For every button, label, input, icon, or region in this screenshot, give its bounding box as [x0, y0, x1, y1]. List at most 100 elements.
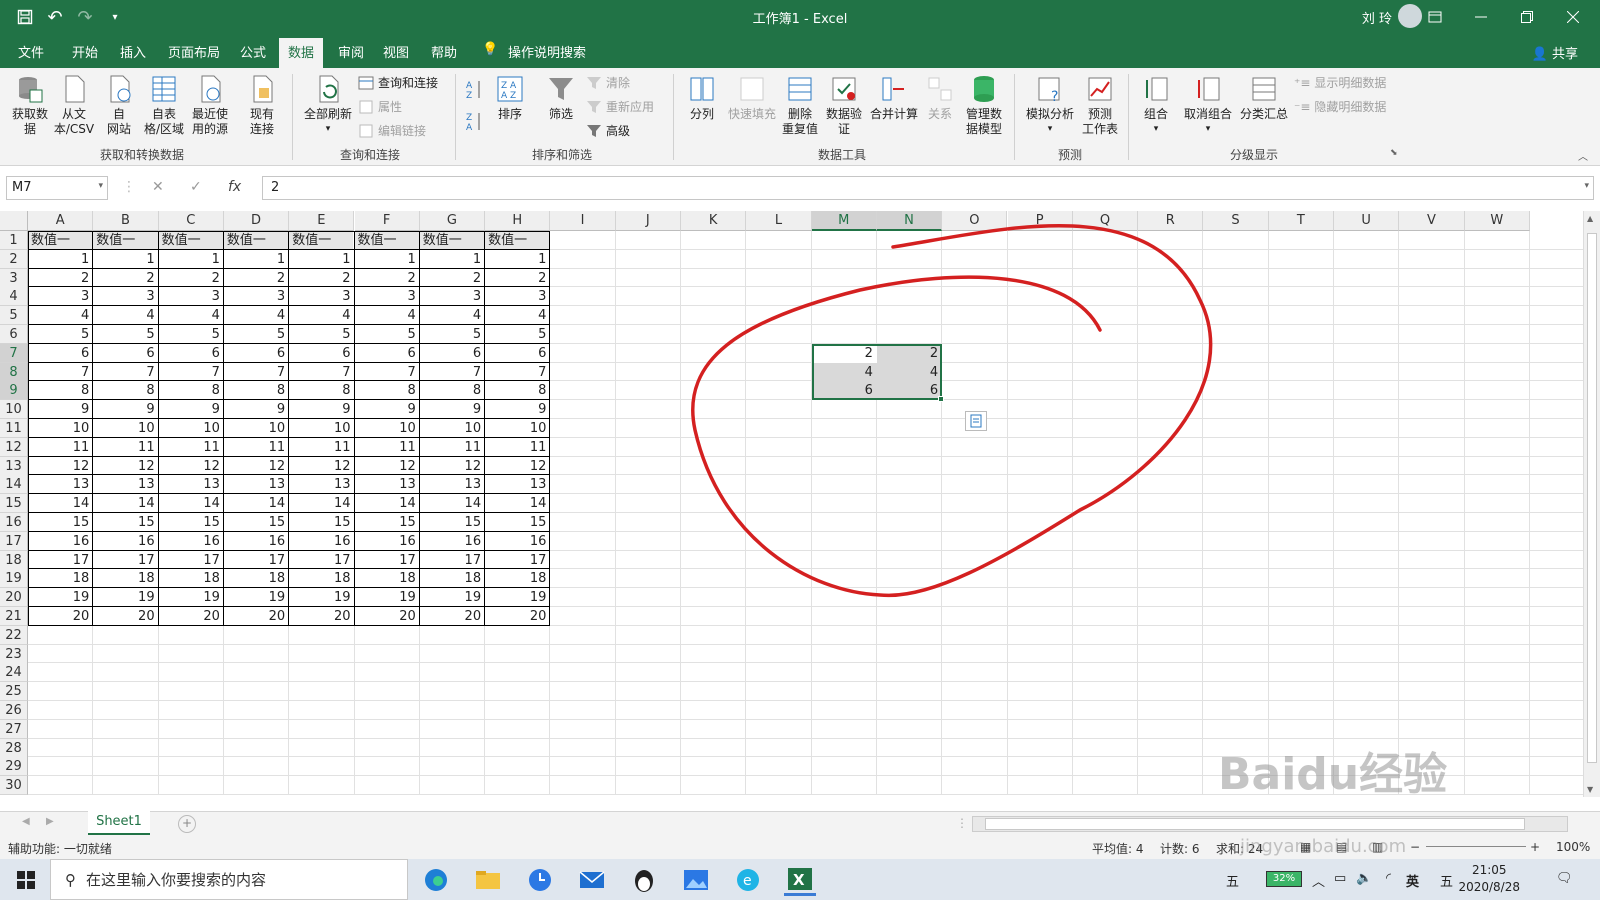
selected-cell[interactable]: 2 — [877, 344, 941, 363]
filter-button[interactable]: 筛选 — [543, 74, 579, 122]
tab-home[interactable]: 开始 — [72, 42, 98, 61]
column-header-l[interactable]: L — [746, 211, 812, 231]
flash-fill-button[interactable]: 快速填充 — [724, 74, 780, 122]
reapply-button[interactable]: 重新应用 — [586, 98, 654, 115]
row-header-9[interactable]: 9 — [0, 381, 28, 401]
scroll-up-icon[interactable]: ▲ — [1587, 214, 1593, 223]
from-web-button[interactable]: 自 网站 — [101, 74, 137, 137]
restore-icon[interactable] — [1504, 0, 1550, 34]
row-header-16[interactable]: 16 — [0, 513, 28, 532]
column-header-s[interactable]: S — [1203, 211, 1269, 231]
column-header-n[interactable]: N — [876, 211, 943, 231]
volume-icon[interactable]: 🔈 — [1356, 871, 1372, 886]
ungroup-button[interactable]: 取消组合 ▾ — [1180, 74, 1236, 137]
scroll-down-icon[interactable]: ▼ — [1587, 785, 1593, 794]
selected-cell[interactable]: 4 — [812, 363, 876, 382]
row-header-10[interactable]: 10 — [0, 400, 28, 420]
column-header-i[interactable]: I — [550, 211, 616, 231]
queries-connections-button[interactable]: 查询和连接 — [358, 74, 438, 91]
ie-icon[interactable]: e — [732, 864, 764, 896]
consolidate-button[interactable]: 合并计算 — [868, 74, 920, 122]
row-header-19[interactable]: 19 — [0, 569, 28, 589]
tab-file[interactable]: 文件 — [18, 42, 44, 61]
prev-sheet-icon[interactable]: ◀ — [22, 816, 30, 827]
photos-icon[interactable] — [680, 864, 712, 896]
relationships-button[interactable]: 关系 — [922, 74, 958, 122]
tell-me-search[interactable]: 操作说明搜索 — [508, 42, 586, 61]
row-header-18[interactable]: 18 — [0, 550, 28, 570]
tab-formulas[interactable]: 公式 — [240, 42, 266, 61]
row-header-23[interactable]: 23 — [0, 644, 28, 664]
collapse-ribbon-icon[interactable]: ︿ — [1578, 148, 1588, 163]
row-header-30[interactable]: 30 — [0, 776, 28, 796]
accessibility-status[interactable]: 辅助功能: 一切就绪 — [8, 840, 112, 857]
selected-cell[interactable]: 2 — [812, 344, 876, 363]
column-header-k[interactable]: K — [681, 211, 747, 231]
sort-button[interactable]: Z AA Z 排序 — [492, 74, 528, 122]
selected-cell[interactable]: 4 — [877, 363, 941, 382]
notification-icon[interactable]: 🗨 — [1556, 871, 1573, 886]
formula-input[interactable]: 2 ▾ — [262, 176, 1594, 200]
column-header-q[interactable]: Q — [1072, 211, 1139, 231]
column-header-f[interactable]: F — [354, 211, 420, 231]
column-header-w[interactable]: W — [1464, 211, 1530, 231]
dialog-launcher-icon[interactable]: ⬊ — [1390, 148, 1398, 158]
group-button[interactable]: 组合 ▾ — [1138, 74, 1174, 137]
column-header-h[interactable]: H — [485, 211, 551, 231]
hide-detail-button[interactable]: ⁻≡ 隐藏明细数据 — [1294, 98, 1386, 115]
data-validation-button[interactable]: 数据验 证 — [822, 74, 866, 137]
close-icon[interactable] — [1550, 0, 1596, 34]
tab-review[interactable]: 审阅 — [338, 42, 364, 61]
get-data-button[interactable]: 获取数 据 — [10, 74, 50, 137]
ime-mode-indicator[interactable]: 五 — [1226, 871, 1239, 890]
forecast-sheet-button[interactable]: 预测 工作表 — [1080, 74, 1120, 137]
column-header-p[interactable]: P — [1007, 211, 1073, 231]
row-header-26[interactable]: 26 — [0, 701, 28, 720]
horizontal-scrollbar[interactable] — [972, 816, 1568, 832]
tab-insert[interactable]: 插入 — [120, 42, 146, 61]
ime-wubi-icon[interactable]: 五 — [1440, 871, 1453, 890]
sheet-tab-sheet1[interactable]: Sheet1 — [88, 811, 150, 835]
enter-icon[interactable]: ✓ — [190, 179, 202, 195]
vertical-scrollbar[interactable]: ▲ ▼ — [1583, 211, 1600, 797]
file-explorer-icon[interactable] — [472, 864, 504, 896]
name-box[interactable]: M7 ▾ — [6, 176, 108, 200]
tray-expand-icon[interactable]: ︿ — [1312, 871, 1325, 890]
clock-app-icon[interactable] — [524, 864, 556, 896]
row-header-3[interactable]: 3 — [0, 268, 28, 288]
properties-button[interactable]: 属性 — [358, 98, 402, 115]
column-header-d[interactable]: D — [223, 211, 290, 231]
zoom-level[interactable]: 100% — [1556, 840, 1590, 854]
tab-data[interactable]: 数据 — [279, 38, 324, 68]
wifi-icon[interactable]: ◜ — [1386, 871, 1391, 886]
from-table-button[interactable]: 自表 格/区域 — [142, 74, 186, 137]
row-header-29[interactable]: 29 — [0, 757, 28, 777]
tab-view[interactable]: 视图 — [383, 42, 409, 61]
windows-start-icon[interactable] — [10, 864, 42, 896]
existing-connections-button[interactable]: 现有 连接 — [244, 74, 280, 137]
row-header-8[interactable]: 8 — [0, 362, 28, 382]
battery-status-icon[interactable]: ▭ — [1334, 871, 1346, 886]
row-header-6[interactable]: 6 — [0, 325, 28, 344]
column-header-a[interactable]: A — [28, 211, 94, 231]
edge-icon[interactable] — [420, 864, 452, 896]
taskbar-clock[interactable]: 21:05 2020/8/28 — [1458, 862, 1520, 896]
row-header-13[interactable]: 13 — [0, 456, 28, 476]
row-header-12[interactable]: 12 — [0, 437, 28, 457]
row-header-28[interactable]: 28 — [0, 738, 28, 758]
minimize-icon[interactable] — [1458, 0, 1504, 34]
subtotal-button[interactable]: 分类汇总 — [1238, 74, 1290, 122]
paste-options-icon[interactable] — [965, 411, 987, 431]
row-header-15[interactable]: 15 — [0, 494, 28, 514]
row-header-22[interactable]: 22 — [0, 625, 28, 645]
column-header-j[interactable]: J — [615, 211, 681, 231]
column-header-t[interactable]: T — [1268, 211, 1334, 231]
row-header-27[interactable]: 27 — [0, 719, 28, 739]
select-all-corner[interactable] — [0, 211, 28, 231]
row-header-2[interactable]: 2 — [0, 249, 28, 269]
ime-language[interactable]: 英 — [1406, 871, 1419, 890]
qq-penguin-icon[interactable] — [628, 864, 660, 896]
cancel-icon[interactable]: ✕ — [152, 179, 164, 195]
refresh-all-button[interactable]: 全部刷新 ▾ — [300, 74, 356, 137]
recent-sources-button[interactable]: 最近使 用的源 — [188, 74, 232, 137]
